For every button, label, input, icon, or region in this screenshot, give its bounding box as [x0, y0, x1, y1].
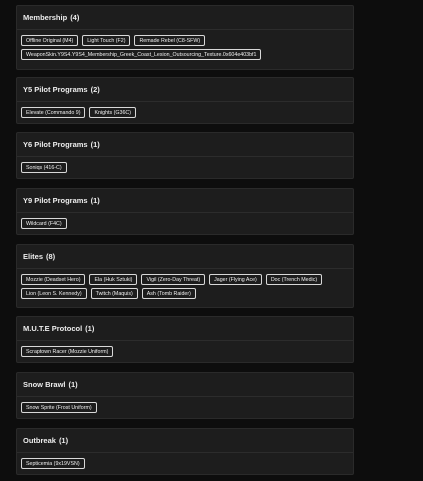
section-y6-pilot-programs: Y6 Pilot Programs (1) Soniqs (416-C) — [16, 132, 354, 179]
chip-list: Elevate (Commando 9) Knights (G36C) — [17, 102, 353, 118]
collections-page: Membership (4) Offline Original (M4) Lig… — [0, 0, 423, 481]
section-header: Membership (4) — [17, 6, 353, 30]
item-chip[interactable]: Twitch (Maquis) — [90, 288, 138, 299]
item-chip[interactable]: Remade Rebel (C8-SFW) — [134, 35, 206, 46]
item-chip[interactable]: Offline Original (M4) — [21, 35, 79, 46]
section-header: Snow Brawl (1) — [17, 373, 353, 397]
section-header: M.U.T.E Protocol (1) — [17, 317, 353, 341]
chip-list: Mozzie (Deadset Hero) Ela (Huk Sztuki) V… — [17, 269, 353, 299]
section-title: Snow Brawl — [23, 380, 66, 389]
section-header: Y9 Pilot Programs (1) — [17, 189, 353, 213]
chip-list: Septicemia (9x19VSN) — [17, 453, 353, 469]
chip-list: Offline Original (M4) Light Touch (F2) R… — [17, 30, 353, 60]
item-chip[interactable]: Elevate (Commando 9) — [21, 107, 86, 118]
section-count: (1) — [68, 380, 78, 389]
item-chip[interactable]: Mozzie (Deadset Hero) — [21, 274, 86, 285]
item-chip[interactable]: Septicemia (9x19VSN) — [21, 458, 85, 469]
section-membership: Membership (4) Offline Original (M4) Lig… — [16, 5, 354, 70]
item-chip[interactable]: Wildcard (F4C) — [21, 218, 67, 229]
section-count: (2) — [90, 85, 100, 94]
section-title: Y5 Pilot Programs — [23, 85, 88, 94]
section-title: Elites — [23, 252, 44, 261]
item-chip[interactable]: Soniqs (416-C) — [21, 162, 67, 173]
section-title: Membership — [23, 13, 68, 22]
section-title: Outbreak — [23, 436, 56, 445]
section-header: Y6 Pilot Programs (1) — [17, 133, 353, 157]
item-chip[interactable]: Doc (Trench Medic) — [265, 274, 323, 285]
section-title: Y9 Pilot Programs — [23, 196, 88, 205]
section-count: (4) — [70, 13, 80, 22]
section-header: Y5 Pilot Programs (2) — [17, 78, 353, 102]
item-chip[interactable]: Snow Sprite (Frost Uniform) — [21, 402, 97, 413]
chip-list: Snow Sprite (Frost Uniform) — [17, 397, 353, 413]
section-y9-pilot-programs: Y9 Pilot Programs (1) Wildcard (F4C) — [16, 188, 354, 235]
item-chip[interactable]: Vigil (Zero-Day Threat) — [141, 274, 206, 285]
section-count: (8) — [46, 252, 56, 261]
item-chip[interactable]: Knights (G36C) — [89, 107, 136, 118]
section-count: (1) — [90, 140, 100, 149]
section-count: (1) — [90, 196, 100, 205]
section-elites: Elites (8) Mozzie (Deadset Hero) Ela (Hu… — [16, 244, 354, 308]
section-count: (1) — [85, 324, 95, 333]
item-chip[interactable]: Light Touch (F2) — [82, 35, 131, 46]
section-count: (1) — [58, 436, 69, 445]
chip-list: Wildcard (F4C) — [17, 213, 353, 229]
chip-list: Scraptown Racer (Mozzie Uniform) — [17, 341, 353, 357]
item-chip[interactable]: Ela (Huk Sztuki) — [89, 274, 138, 285]
section-header: Elites (8) — [17, 245, 353, 269]
item-chip[interactable]: Jager (Flying Ace) — [209, 274, 262, 285]
item-chip[interactable]: WeaponSkin.Y9S4.Y9S4_Membership_Greek_Co… — [21, 49, 262, 60]
section-title: M.U.T.E Protocol — [23, 324, 83, 333]
item-chip[interactable]: Lion (Leon S. Kennedy) — [21, 288, 87, 299]
chip-list: Soniqs (416-C) — [17, 157, 353, 173]
section-outbreak: Outbreak (1) Septicemia (9x19VSN) — [16, 428, 354, 475]
section-snow-brawl: Snow Brawl (1) Snow Sprite (Frost Unifor… — [16, 372, 354, 419]
section-title: Y6 Pilot Programs — [23, 140, 88, 149]
item-chip[interactable]: Scraptown Racer (Mozzie Uniform) — [21, 346, 114, 357]
section-header: Outbreak (1) — [17, 429, 353, 453]
item-chip[interactable]: Ash (Tomb Raider) — [141, 288, 196, 299]
section-mute-protocol: M.U.T.E Protocol (1) Scraptown Racer (Mo… — [16, 316, 354, 363]
section-y5-pilot-programs: Y5 Pilot Programs (2) Elevate (Commando … — [16, 77, 354, 124]
